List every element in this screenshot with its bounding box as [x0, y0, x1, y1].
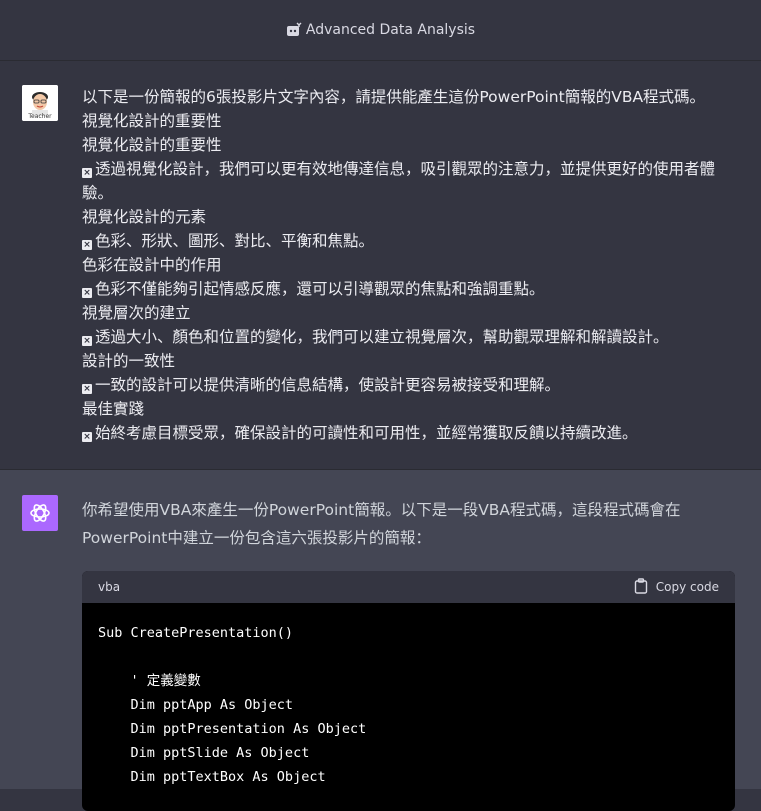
box-x-icon: × — [82, 240, 92, 250]
bullet-line: × 始終考慮目標受眾，確保設計的可讀性和可用性，並經常獲取反饋以持續改進。 — [82, 421, 732, 445]
line-text: 視覺化設計的重要性 — [82, 112, 222, 130]
box-x-icon: × — [82, 384, 92, 394]
model-title: Advanced Data Analysis — [305, 22, 476, 38]
line-text: 視覺層次的建立 — [82, 304, 191, 322]
bullet-line: × 一致的設計可以提供清晰的信息結構，使設計更容易被接受和理解。 — [82, 373, 732, 397]
line-text: 色彩不僅能夠引起情感反應，還可以引導觀眾的焦點和強調重點。 — [95, 280, 545, 298]
code-line: ' 定義變數 — [98, 673, 201, 689]
code-line: Dim pptSlide As Object — [98, 745, 310, 761]
text-line: 以下是一份簡報的6張投影片文字內容，請提供能產生這份PowerPoint簡報的V… — [82, 85, 732, 109]
box-x-icon: × — [82, 432, 92, 442]
user-message: Teacher 以下是一份簡報的6張投影片文字內容，請提供能產生這份PowerP… — [0, 61, 761, 469]
text-line: 設計的一致性 — [82, 349, 732, 373]
top-bar: Advanced Data Analysis — [0, 0, 761, 61]
text-line: 視覺層次的建立 — [82, 301, 732, 325]
box-x-icon: × — [82, 336, 92, 346]
line-text: 視覺化設計的元素 — [82, 208, 207, 226]
line-text: 始終考慮目標受眾，確保設計的可讀性和可用性，並經常獲取反饋以持續改進。 — [95, 424, 638, 442]
bullet-line: × 透過視覺化設計，我們可以更有效地傳達信息，吸引觀眾的注意力，並提供更好的使用者… — [82, 157, 732, 205]
bullet-line: × 色彩不僅能夠引起情感反應，還可以引導觀眾的焦點和強調重點。 — [82, 277, 732, 301]
line-text: 透過大小、顏色和位置的變化，我們可以建立視覺層次，幫助觀眾理解和解讀設計。 — [95, 328, 669, 346]
assistant-message: 你希望使用VBA來產生一份PowerPoint簡報。以下是一段VBA程式碼，這段… — [0, 469, 761, 811]
code-language: vba — [98, 580, 121, 594]
code-block: vba Copy code Sub CreatePresentation() '… — [82, 571, 735, 811]
clipboard-icon — [634, 577, 648, 597]
text-line: 最佳實踐 — [82, 397, 732, 421]
line-text: 最佳實踐 — [82, 400, 145, 418]
avatar-label: Teacher — [28, 113, 52, 120]
text-line: 視覺化設計的元素 — [82, 205, 732, 229]
line-text: 一致的設計可以提供清晰的信息結構，使設計更容易被接受和理解。 — [95, 376, 561, 394]
copy-code-label: Copy code — [655, 580, 719, 594]
code-header: vba Copy code — [82, 571, 735, 603]
box-x-icon: × — [82, 288, 92, 298]
code-line: Dim pptApp As Object — [98, 697, 294, 713]
code-line: Dim pptTextBox As Object — [98, 769, 326, 785]
code-line: Sub CreatePresentation() — [98, 625, 294, 641]
line-text: 以下是一份簡報的6張投影片文字內容，請提供能產生這份PowerPoint簡報的V… — [82, 88, 706, 106]
line-text: 透過視覺化設計，我們可以更有效地傳達信息，吸引觀眾的注意力，並提供更好的使用者體… — [82, 160, 716, 202]
plugin-icon — [286, 22, 302, 38]
line-text: 視覺化設計的重要性 — [82, 136, 222, 154]
code-line: Dim pptPresentation As Object — [98, 721, 367, 737]
line-text: 色彩、形狀、圖形、對比、平衡和焦點。 — [95, 232, 375, 250]
bullet-line: × 透過大小、顏色和位置的變化，我們可以建立視覺層次，幫助觀眾理解和解讀設計。 — [82, 325, 732, 349]
line-text: 設計的一致性 — [82, 352, 176, 370]
text-line: 色彩在設計中的作用 — [82, 253, 732, 277]
assistant-message-text: 你希望使用VBA來產生一份PowerPoint簡報。以下是一段VBA程式碼，這段… — [82, 501, 681, 547]
bullet-line: × 色彩、形狀、圖形、對比、平衡和焦點。 — [82, 229, 732, 253]
user-message-text: 以下是一份簡報的6張投影片文字內容，請提供能產生這份PowerPoint簡報的V… — [82, 85, 732, 445]
line-text: 色彩在設計中的作用 — [82, 256, 222, 274]
code-content: Sub CreatePresentation() ' 定義變數 Dim pptA… — [82, 603, 735, 807]
copy-code-button[interactable]: Copy code — [634, 577, 719, 597]
user-avatar: Teacher — [22, 85, 58, 121]
box-x-icon: × — [82, 168, 92, 178]
text-line: 視覺化設計的重要性 — [82, 109, 732, 133]
text-line: 視覺化設計的重要性 — [82, 133, 732, 157]
chatgpt-logo-icon — [22, 495, 58, 531]
